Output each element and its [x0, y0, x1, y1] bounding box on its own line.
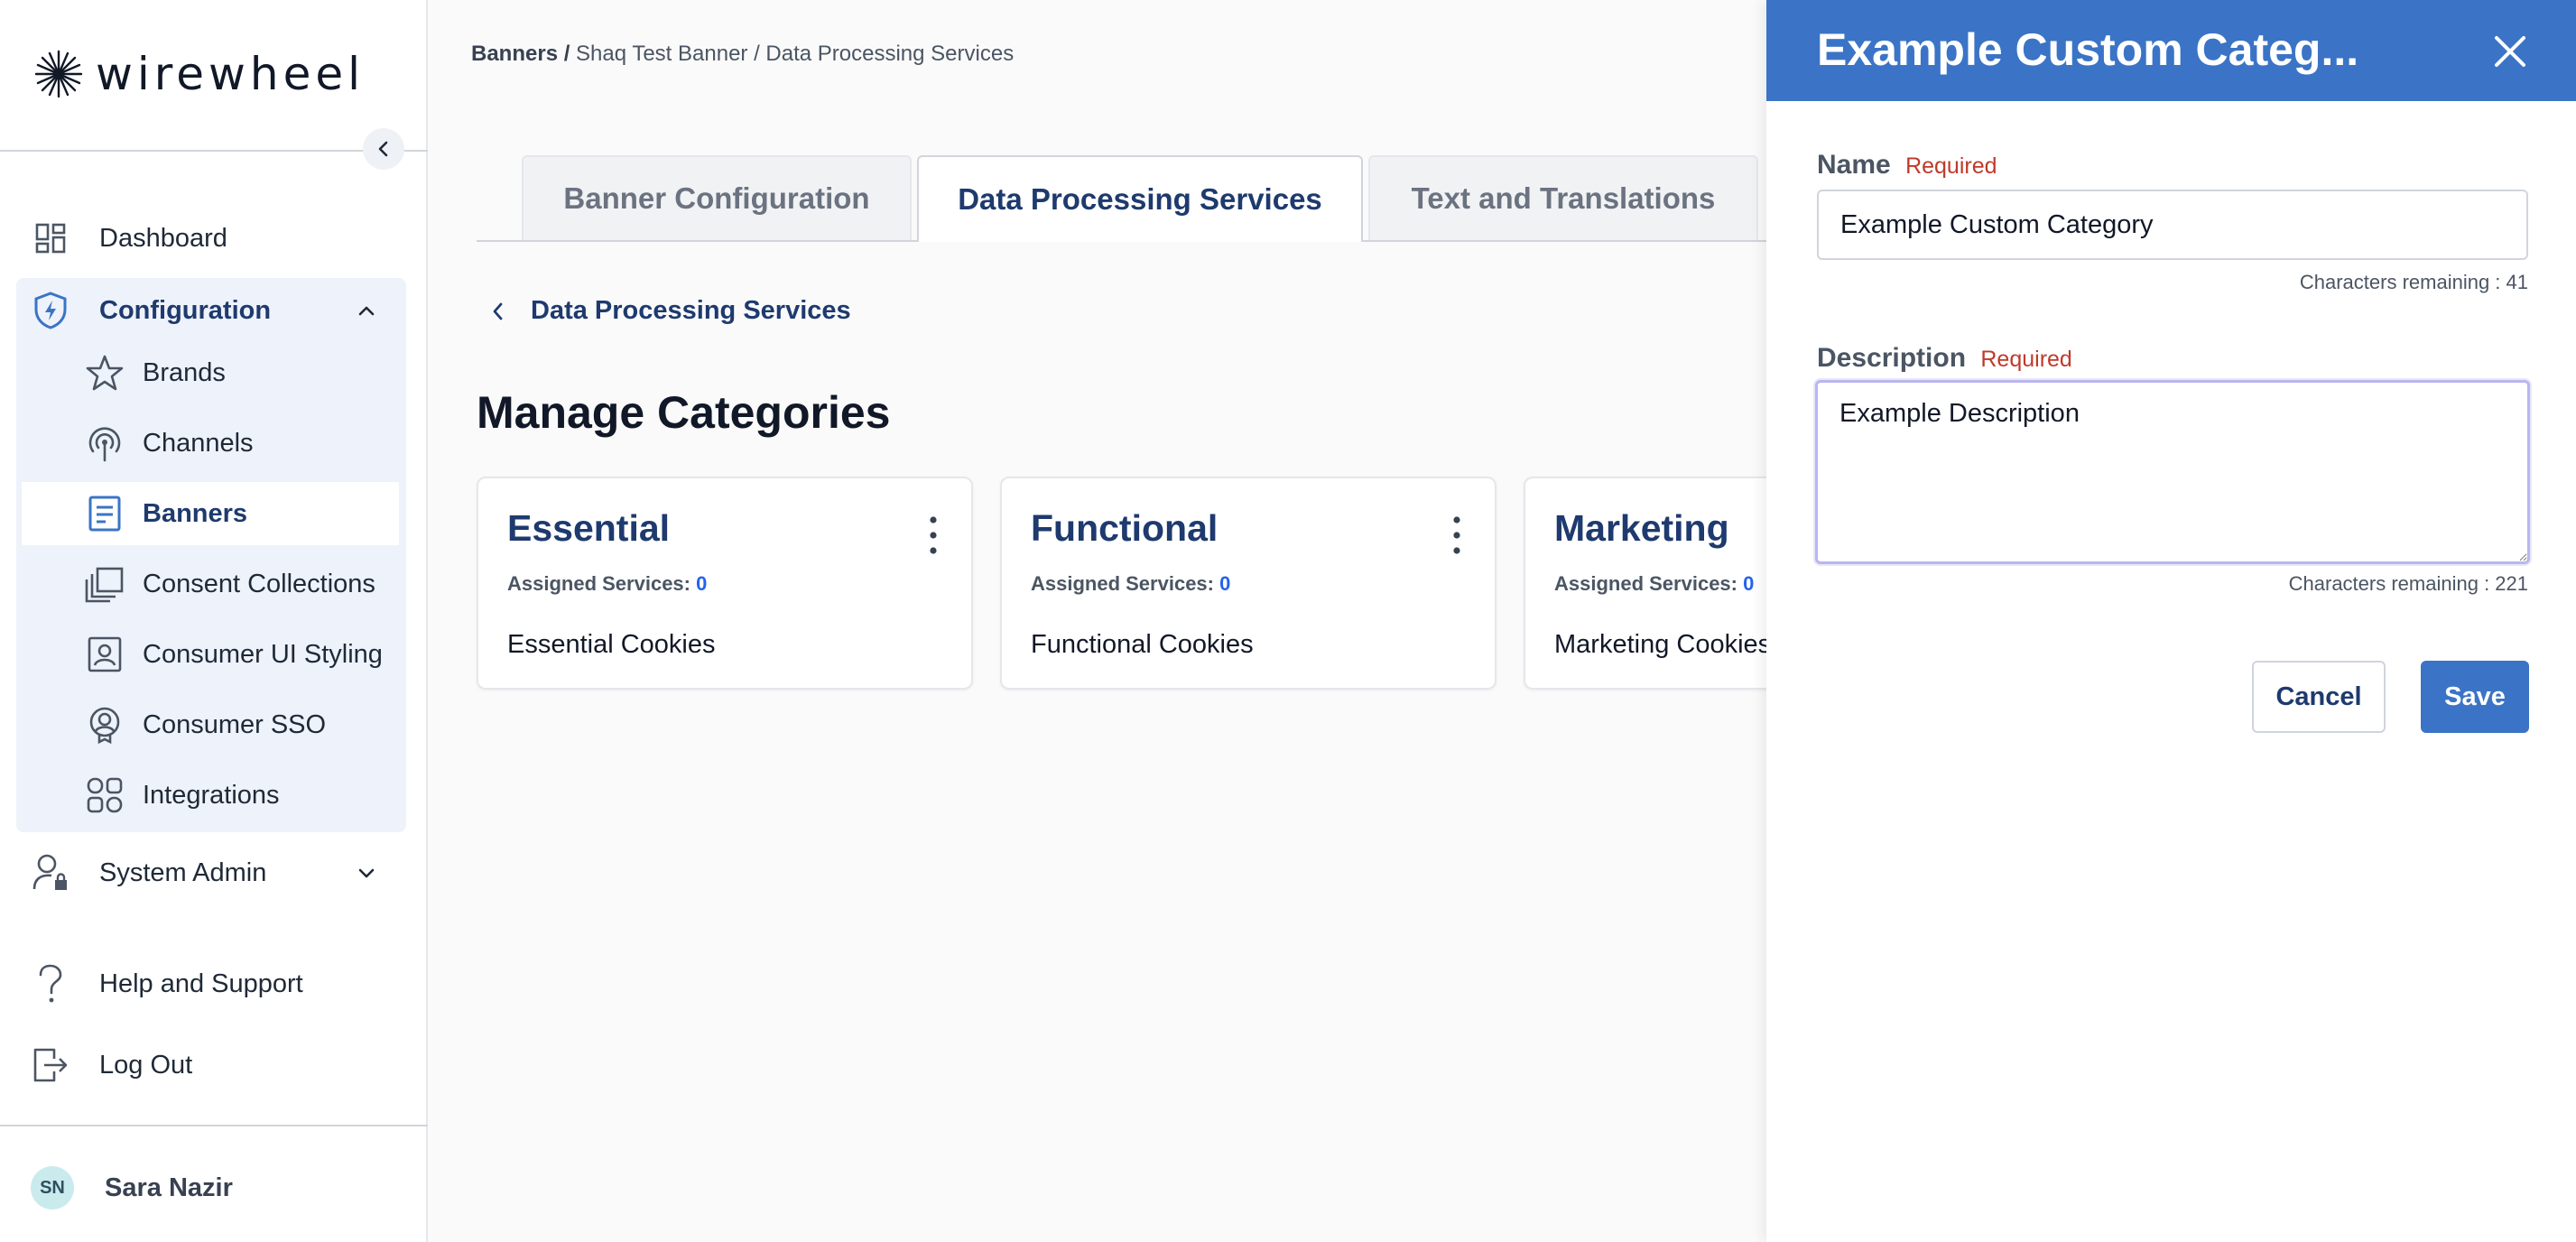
description-label-text: Description [1817, 343, 1967, 373]
sidebar-item-label: Banners [143, 498, 248, 528]
back-link-label: Data Processing Services [531, 296, 851, 325]
grid-icon [85, 775, 125, 815]
sidebar-item-integrations[interactable]: Integrations [22, 764, 399, 827]
app-root: wirewheel Dashboard Configuration Brands… [0, 0, 2576, 1242]
description-characters-remaining: Characters remaining : 221 [2288, 572, 2528, 595]
wirewheel-logo[interactable]: wirewheel [32, 45, 365, 103]
user-profile[interactable]: SN Sara Nazir [31, 1166, 233, 1210]
close-icon[interactable] [2491, 32, 2529, 70]
card-title: Marketing [1554, 507, 1729, 549]
edit-category-drawer: Example Custom Categ... Name Required Ch… [1766, 0, 2576, 1242]
avatar: SN [31, 1166, 74, 1210]
logo-text: wirewheel [96, 48, 366, 100]
tab-text-and-translations[interactable]: Text and Translations [1368, 155, 1758, 240]
sidebar-item-help[interactable]: Help and Support [16, 951, 406, 1016]
sidebar-item-configuration[interactable]: Configuration [16, 278, 406, 343]
kebab-menu-icon[interactable] [928, 514, 939, 556]
sidebar-item-consumer-sso[interactable]: Consumer SSO [22, 693, 399, 756]
sidebar-item-banners[interactable]: Banners [22, 482, 399, 545]
sidebar-item-label: Consumer UI Styling [143, 639, 383, 669]
kebab-menu-icon[interactable] [1451, 514, 1462, 556]
sidebar-item-brands[interactable]: Brands [22, 341, 399, 404]
chevron-left-icon [378, 141, 388, 157]
chevron-up-icon [358, 306, 375, 316]
sidebar-collapse-button[interactable] [363, 128, 404, 170]
stack-icon [85, 564, 125, 604]
drawer-title: Example Custom Categ... [1817, 24, 2359, 75]
assigned-label: Assigned Services: [1031, 572, 1214, 595]
sidebar-item-label: Channels [143, 428, 254, 458]
badge-icon [85, 705, 125, 745]
star-icon [85, 353, 125, 393]
name-characters-remaining: Characters remaining : 41 [2299, 271, 2528, 293]
back-link[interactable]: Data Processing Services [489, 296, 851, 326]
portrait-icon [85, 635, 125, 674]
assigned-label: Assigned Services: [1554, 572, 1737, 595]
wheel-logo-icon [34, 50, 83, 98]
name-label-text: Name [1817, 150, 1891, 180]
assigned-services: Assigned Services: 0 [1031, 572, 1230, 596]
sidebar-item-channels[interactable]: Channels [22, 412, 399, 475]
save-button[interactable]: Save [2421, 661, 2529, 733]
page-title: Manage Categories [477, 387, 891, 438]
question-icon [31, 964, 70, 1004]
sidebar-item-label: Integrations [143, 780, 280, 810]
chevron-left-icon [493, 302, 503, 320]
tab-banner-configuration[interactable]: Banner Configuration [522, 155, 912, 240]
chevron-down-icon [358, 868, 375, 878]
description-textarea[interactable]: Example Description [1815, 380, 2530, 564]
drawer-header: Example Custom Categ... [1766, 0, 2576, 101]
sidebar-item-label: System Admin [99, 857, 267, 887]
breadcrumb-trail: Shaq Test Banner / Data Processing Servi… [576, 42, 1015, 66]
sidebar: wirewheel Dashboard Configuration Brands… [0, 0, 428, 1242]
sidebar-item-label: Log Out [99, 1050, 193, 1080]
cancel-button[interactable]: Cancel [2252, 661, 2386, 733]
card-description: Functional Cookies [1031, 630, 1254, 659]
document-icon [85, 494, 125, 533]
required-indicator: Required [1980, 347, 2072, 372]
sidebar-item-system-admin[interactable]: System Admin [16, 840, 406, 905]
sidebar-item-consent-collections[interactable]: Consent Collections [22, 552, 399, 616]
dashboard-icon [31, 218, 70, 258]
logout-icon [31, 1045, 70, 1085]
sidebar-item-label: Dashboard [99, 223, 227, 253]
card-description: Marketing Cookies [1554, 630, 1772, 659]
name-label: Name Required [1817, 150, 1997, 181]
user-name: Sara Nazir [105, 1172, 233, 1202]
assigned-services: Assigned Services: 0 [1554, 572, 1754, 596]
main-content: Banners / Shaq Test Banner / Data Proces… [430, 0, 2020, 1242]
broadcast-icon [85, 423, 125, 463]
shield-bolt-icon [31, 291, 70, 330]
assigned-services: Assigned Services: 0 [507, 572, 707, 596]
assigned-count: 0 [696, 572, 708, 595]
assigned-count: 0 [1743, 572, 1755, 595]
sidebar-item-label: Brands [143, 357, 226, 387]
assigned-count: 0 [1219, 572, 1231, 595]
sidebar-divider [0, 1125, 428, 1126]
tab-bar: Banner Configuration Data Processing Ser… [477, 155, 1812, 242]
sidebar-item-dashboard[interactable]: Dashboard [16, 206, 406, 271]
sidebar-item-label: Consent Collections [143, 569, 375, 598]
sidebar-item-label: Help and Support [99, 969, 303, 998]
assigned-label: Assigned Services: [507, 572, 690, 595]
sidebar-item-label: Configuration [99, 295, 272, 325]
description-label: Description Required [1817, 343, 2072, 374]
sidebar-item-logout[interactable]: Log Out [16, 1033, 406, 1098]
user-lock-icon [31, 853, 70, 893]
required-indicator: Required [1905, 153, 1997, 179]
category-card-functional[interactable]: Functional Assigned Services: 0 Function… [1000, 477, 1496, 690]
card-description: Essential Cookies [507, 630, 716, 659]
category-card-essential[interactable]: Essential Assigned Services: 0 Essential… [477, 477, 973, 690]
card-title: Functional [1031, 507, 1219, 549]
sidebar-item-label: Consumer SSO [143, 709, 327, 739]
breadcrumb: Banners / Shaq Test Banner / Data Proces… [471, 42, 1014, 67]
card-title: Essential [507, 507, 671, 549]
name-input[interactable] [1817, 190, 2528, 260]
breadcrumb-banners-link[interactable]: Banners / [471, 42, 570, 66]
sidebar-item-consumer-ui-styling[interactable]: Consumer UI Styling [22, 623, 399, 686]
tab-data-processing-services[interactable]: Data Processing Services [917, 155, 1363, 242]
